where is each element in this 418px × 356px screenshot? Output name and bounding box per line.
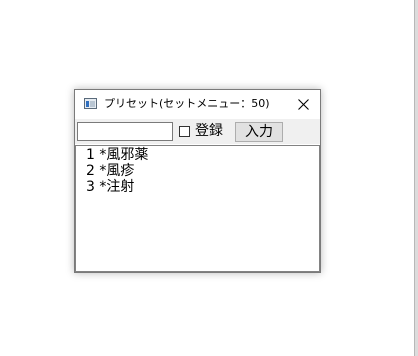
close-button[interactable]: [286, 90, 320, 119]
list-item[interactable]: 1 *風邪薬: [86, 147, 319, 163]
desktop: プリセット(セットメニュー：50) 登録 入力 1 *風邪薬 2 *風疹 3 *…: [0, 0, 418, 356]
toolbar: 登録 入力: [75, 119, 320, 144]
preset-text-input[interactable]: [77, 122, 173, 141]
preset-list[interactable]: 1 *風邪薬 2 *風疹 3 *注射: [75, 145, 320, 272]
register-checkbox[interactable]: [179, 126, 190, 137]
list-item[interactable]: 2 *風疹: [86, 163, 319, 179]
input-button[interactable]: 入力: [235, 122, 283, 142]
list-item[interactable]: 3 *注射: [86, 179, 319, 195]
app-window-icon: [84, 98, 97, 109]
title-bar[interactable]: プリセット(セットメニュー：50): [75, 90, 320, 119]
window-title: プリセット(セットメニュー：50): [104, 97, 270, 110]
adjacent-window-edge: [414, 0, 418, 356]
preset-window: プリセット(セットメニュー：50) 登録 入力 1 *風邪薬 2 *風疹 3 *…: [74, 89, 321, 273]
register-checkbox-label[interactable]: 登録: [195, 122, 223, 140]
close-icon: [297, 99, 309, 110]
